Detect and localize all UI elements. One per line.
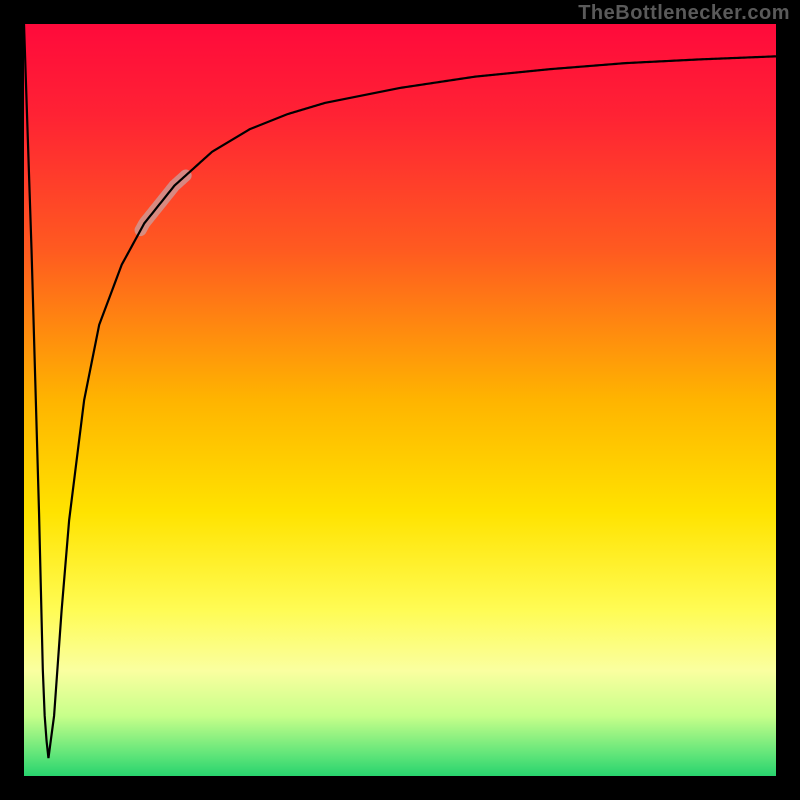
watermark-text: TheBottlenecker.com [578, 2, 790, 24]
chart-frame: TheBottlenecker.com [0, 0, 800, 800]
bottleneck-curve [24, 24, 776, 758]
curve-layer [24, 24, 776, 776]
plot-area [24, 24, 776, 776]
watermark: TheBottlenecker.com [578, 2, 790, 25]
curve-highlight-segment [141, 176, 186, 231]
